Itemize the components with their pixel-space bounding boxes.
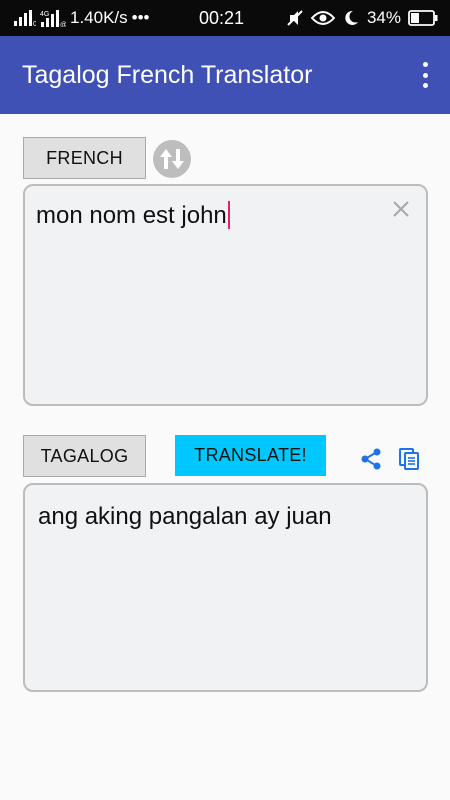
svg-text:4G: 4G — [40, 11, 49, 18]
more-indicator: ••• — [131, 8, 150, 27]
translate-button[interactable]: TRANSLATE! — [175, 435, 326, 476]
source-text: mon nom est john — [36, 202, 227, 229]
app-bar: Tagalog French Translator — [0, 36, 450, 114]
battery-percent: 34% — [366, 8, 401, 27]
target-language-button[interactable]: TAGALOG — [23, 435, 146, 477]
moon-icon — [342, 9, 360, 27]
app-title: Tagalog French Translator — [22, 61, 313, 89]
swap-arrows-icon — [160, 149, 184, 169]
copy-icon[interactable] — [396, 446, 422, 472]
eye-icon — [310, 10, 335, 26]
overflow-menu-icon[interactable] — [418, 62, 432, 88]
source-language-button[interactable]: FRENCH — [23, 137, 146, 179]
status-bar: 0 4G @ 1.40K/s ••• 00:21 34% — [0, 0, 450, 36]
translated-text: ang aking pangalan ay juan — [38, 503, 332, 530]
mute-icon — [286, 9, 304, 27]
share-icon[interactable] — [358, 446, 384, 472]
svg-text:0: 0 — [33, 21, 36, 26]
signal-icon: 0 — [14, 10, 36, 26]
status-time: 00:21 — [199, 8, 245, 28]
svg-text:@: @ — [60, 22, 66, 27]
network-speed: 1.40K/s — [70, 8, 128, 27]
translation-output: ang aking pangalan ay juan — [23, 483, 428, 692]
status-left: 0 4G @ 1.40K/s ••• — [14, 0, 150, 36]
battery-icon — [408, 10, 438, 26]
text-cursor — [227, 201, 230, 229]
signal-4g-icon: 4G @ — [40, 9, 66, 27]
clear-icon[interactable] — [390, 198, 412, 220]
swap-languages-button[interactable] — [153, 140, 191, 178]
source-text-line: mon nom est john — [36, 201, 230, 230]
source-text-input[interactable]: mon nom est john — [23, 184, 428, 406]
status-right: 34% — [286, 0, 438, 36]
